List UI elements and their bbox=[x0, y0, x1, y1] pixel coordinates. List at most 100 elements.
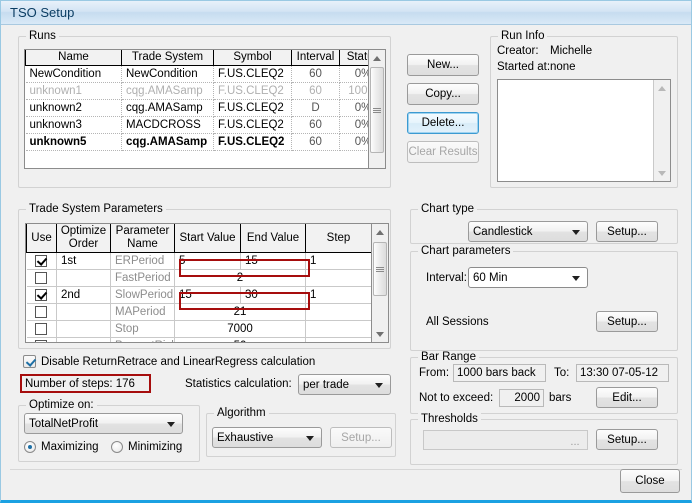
params-scroll-up-button[interactable] bbox=[372, 224, 388, 240]
param-end-value-cell[interactable]: 15 bbox=[240, 252, 306, 270]
param-fixed-value-cell[interactable]: 2 bbox=[174, 269, 306, 287]
table-row[interactable]: unknown5cqg.AMASampF.US.CLEQ2600% bbox=[25, 133, 368, 151]
param-step-cell[interactable]: 1 bbox=[305, 252, 371, 270]
run-info-log[interactable] bbox=[497, 79, 671, 182]
interval-select[interactable]: 60 Min bbox=[468, 267, 588, 288]
disable-calc-checkbox-row[interactable]: Disable ReturnRetrace and LinearRegress … bbox=[23, 355, 315, 368]
params-col-use[interactable]: Use bbox=[26, 224, 57, 253]
run-info-scroll-down-button[interactable] bbox=[654, 165, 670, 181]
thresholds-setup-button[interactable]: Setup... bbox=[596, 429, 658, 450]
runs-scrollbar[interactable] bbox=[369, 49, 386, 169]
minimizing-radio[interactable] bbox=[111, 441, 123, 453]
run-name-cell: NewCondition bbox=[25, 65, 122, 83]
param-order-cell[interactable] bbox=[56, 337, 111, 342]
table-row[interactable]: 2nd SlowPeriod 15 30 1 bbox=[26, 286, 371, 304]
runs-col-name[interactable]: Name bbox=[25, 50, 122, 66]
params-scroll-thumb[interactable] bbox=[373, 242, 387, 296]
param-use-cell[interactable] bbox=[26, 286, 57, 304]
param-end-value-cell[interactable]: 30 bbox=[240, 286, 306, 304]
disable-calc-checkbox[interactable] bbox=[23, 355, 36, 368]
not-to-exceed-field[interactable]: 2000 bbox=[499, 389, 544, 407]
param-use-checkbox[interactable] bbox=[35, 254, 48, 267]
params-table-container[interactable]: Use Optimize Order Parameter Name Start … bbox=[25, 223, 372, 343]
param-start-value-cell[interactable]: 15 bbox=[174, 286, 241, 304]
thresholds-browse-button[interactable]: ... bbox=[564, 432, 586, 448]
param-use-cell[interactable] bbox=[26, 337, 57, 342]
param-step-cell[interactable]: 1 bbox=[305, 286, 371, 304]
runs-scroll-up-button[interactable] bbox=[369, 50, 385, 66]
table-row[interactable]: NewConditionNewConditionF.US.CLEQ2600% bbox=[25, 65, 368, 83]
param-fixed-value-cell[interactable]: 7000 bbox=[174, 320, 306, 338]
param-use-checkbox[interactable] bbox=[35, 305, 48, 318]
params-col-step[interactable]: Step bbox=[305, 224, 371, 253]
runs-col-interval[interactable]: Interval bbox=[291, 50, 340, 66]
param-use-checkbox[interactable] bbox=[35, 322, 48, 335]
param-step-cell[interactable] bbox=[305, 303, 371, 321]
close-button[interactable]: Close bbox=[620, 469, 680, 493]
chart-type-select[interactable]: Candlestick bbox=[468, 221, 588, 242]
runs-scroll-thumb[interactable] bbox=[370, 67, 384, 153]
run-status-cell: 100% bbox=[339, 82, 368, 100]
clear-results-button[interactable]: Clear Results bbox=[407, 141, 479, 163]
param-step-cell[interactable] bbox=[305, 269, 371, 287]
run-info-group-legend: Run Info bbox=[498, 30, 548, 42]
sessions-setup-button[interactable]: Setup... bbox=[596, 311, 658, 332]
param-order-cell[interactable]: 2nd bbox=[56, 286, 111, 304]
table-row[interactable]: PercentRisk50 bbox=[26, 337, 371, 342]
thresholds-field[interactable]: ... bbox=[423, 430, 588, 450]
params-col-end-value[interactable]: End Value bbox=[240, 224, 306, 253]
run-name-cell: unknown3 bbox=[25, 116, 122, 134]
param-use-cell[interactable] bbox=[26, 252, 57, 270]
runs-col-status[interactable]: Status bbox=[339, 50, 368, 66]
minimizing-radio-row[interactable]: Minimizing bbox=[111, 441, 182, 453]
param-step-cell[interactable] bbox=[305, 337, 371, 342]
param-order-cell[interactable] bbox=[56, 303, 111, 321]
optimize-on-select[interactable]: TotalNetProfit bbox=[24, 413, 183, 434]
param-step-cell[interactable] bbox=[305, 320, 371, 338]
params-col-optimize-order[interactable]: Optimize Order bbox=[56, 224, 111, 253]
table-row[interactable]: FastPeriod 2 bbox=[26, 269, 371, 287]
params-scrollbar[interactable] bbox=[372, 223, 389, 343]
param-use-checkbox[interactable] bbox=[35, 339, 48, 342]
chart-type-setup-button[interactable]: Setup... bbox=[596, 221, 658, 242]
param-use-checkbox[interactable] bbox=[35, 288, 48, 301]
table-row[interactable]: unknown2cqg.AMASampF.US.CLEQ2D0% bbox=[25, 99, 368, 117]
creator-label: Creator: bbox=[497, 45, 539, 57]
runs-col-trade-system[interactable]: Trade System bbox=[121, 50, 214, 66]
bar-range-from-field[interactable]: 1000 bars back bbox=[453, 364, 546, 382]
maximizing-radio[interactable] bbox=[24, 441, 36, 453]
params-scroll-down-button[interactable] bbox=[372, 326, 388, 342]
table-row[interactable]: 1st ERPeriod 5 15 1 bbox=[26, 252, 371, 270]
param-start-value-cell[interactable]: 5 bbox=[174, 252, 241, 270]
algorithm-select[interactable]: Exhaustive bbox=[212, 427, 322, 448]
new-run-button[interactable]: New... bbox=[407, 54, 479, 76]
table-row[interactable]: MAPeriod 21 bbox=[26, 303, 371, 321]
run-info-scrollbar[interactable] bbox=[653, 80, 670, 181]
param-order-cell[interactable] bbox=[56, 269, 111, 287]
table-row[interactable]: Stop 7000 bbox=[26, 320, 371, 338]
param-fixed-value-cell[interactable]: 50 bbox=[174, 337, 306, 342]
run-trade-system-cell: NewCondition bbox=[121, 65, 214, 83]
param-use-checkbox[interactable] bbox=[35, 271, 48, 284]
param-use-cell[interactable] bbox=[26, 320, 57, 338]
statistics-calculation-select[interactable]: per trade bbox=[298, 374, 391, 395]
param-order-cell[interactable] bbox=[56, 320, 111, 338]
params-col-start-value[interactable]: Start Value bbox=[174, 224, 241, 253]
table-row[interactable]: unknown3MACDCROSSF.US.CLEQ2600% bbox=[25, 116, 368, 134]
maximizing-radio-row[interactable]: Maximizing bbox=[24, 441, 99, 453]
params-col-parameter-name[interactable]: Parameter Name bbox=[110, 224, 175, 253]
run-name-cell: unknown1 bbox=[25, 82, 122, 100]
delete-run-button[interactable]: Delete... bbox=[407, 112, 479, 134]
bar-range-edit-button[interactable]: Edit... bbox=[596, 387, 658, 408]
bar-range-to-field[interactable]: 13:30 07-05-12 bbox=[576, 364, 669, 382]
param-use-cell[interactable] bbox=[26, 269, 57, 287]
param-use-cell[interactable] bbox=[26, 303, 57, 321]
param-fixed-value-cell[interactable]: 21 bbox=[174, 303, 306, 321]
runs-table-container[interactable]: Name Trade System Symbol Interval Status… bbox=[24, 49, 369, 169]
copy-run-button[interactable]: Copy... bbox=[407, 83, 479, 105]
table-row[interactable]: unknown1cqg.AMASampF.US.CLEQ260100% bbox=[25, 82, 368, 100]
param-order-cell[interactable]: 1st bbox=[56, 252, 111, 270]
runs-col-symbol[interactable]: Symbol bbox=[213, 50, 292, 66]
algorithm-setup-button[interactable]: Setup... bbox=[330, 427, 392, 448]
run-info-scroll-up-button[interactable] bbox=[654, 80, 670, 96]
